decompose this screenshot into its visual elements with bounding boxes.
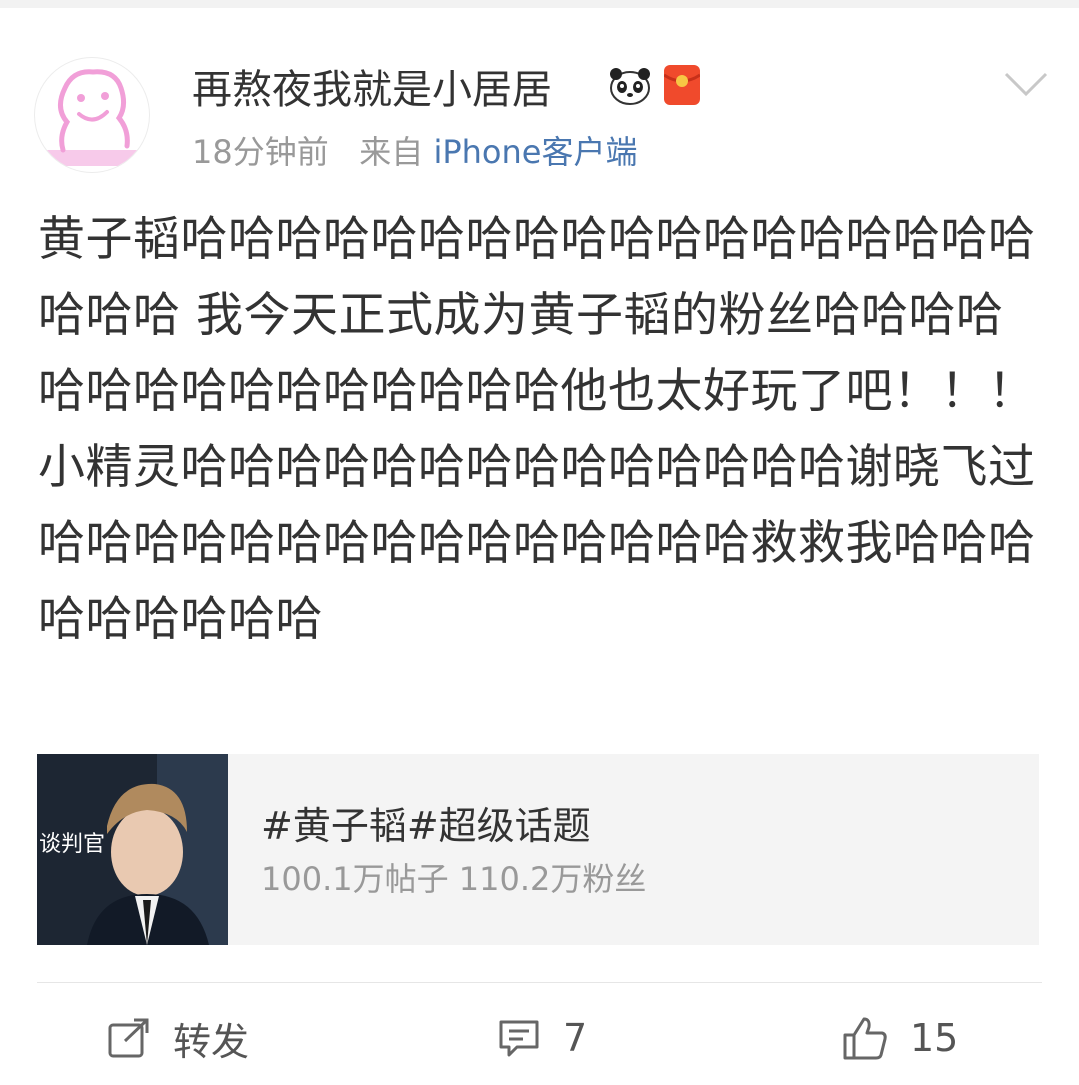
comment-count: 7 bbox=[563, 1016, 588, 1060]
topic-stats: 100.1万帖子 110.2万粉丝 bbox=[261, 860, 647, 898]
like-count: 15 bbox=[910, 1016, 959, 1060]
topic-image: 谈判官 bbox=[37, 754, 228, 945]
topic-image-caption: 谈判官 bbox=[39, 832, 106, 857]
repost-icon bbox=[108, 1018, 149, 1058]
topic-title[interactable]: #黄子韬#超级话题 bbox=[261, 802, 591, 850]
post-meta: 18分钟前 来自 iPhone客户端 bbox=[192, 130, 637, 174]
post-content: 黄子韬哈哈哈哈哈哈哈哈哈哈哈哈哈哈哈哈哈哈哈哈哈 我今天正式成为黄子韬的粉丝哈哈… bbox=[38, 212, 1036, 647]
action-divider bbox=[37, 982, 1042, 983]
like-button[interactable]: 15 bbox=[842, 1012, 958, 1064]
from-label: 来自 bbox=[359, 133, 424, 171]
comment-button[interactable]: 7 bbox=[497, 1012, 587, 1064]
source-link[interactable]: iPhone客户端 bbox=[433, 133, 637, 171]
comment-icon bbox=[499, 1020, 539, 1057]
top-separator bbox=[0, 0, 1079, 8]
topic-card[interactable]: 谈判官 #黄子韬#超级话题 100.1万帖子 110.2万粉丝 bbox=[37, 754, 1039, 945]
avatar[interactable] bbox=[34, 57, 150, 173]
red-packet-icon[interactable] bbox=[663, 65, 701, 105]
post-time: 18分钟前 bbox=[192, 133, 329, 171]
like-icon bbox=[843, 1017, 887, 1060]
username[interactable]: 再熬夜我就是小居居 bbox=[192, 64, 552, 116]
repost-label: 转发 bbox=[173, 1019, 250, 1064]
repost-button[interactable]: 转发 bbox=[107, 1012, 249, 1064]
chevron-down-icon[interactable] bbox=[1004, 70, 1048, 98]
panda-icon bbox=[610, 68, 650, 105]
